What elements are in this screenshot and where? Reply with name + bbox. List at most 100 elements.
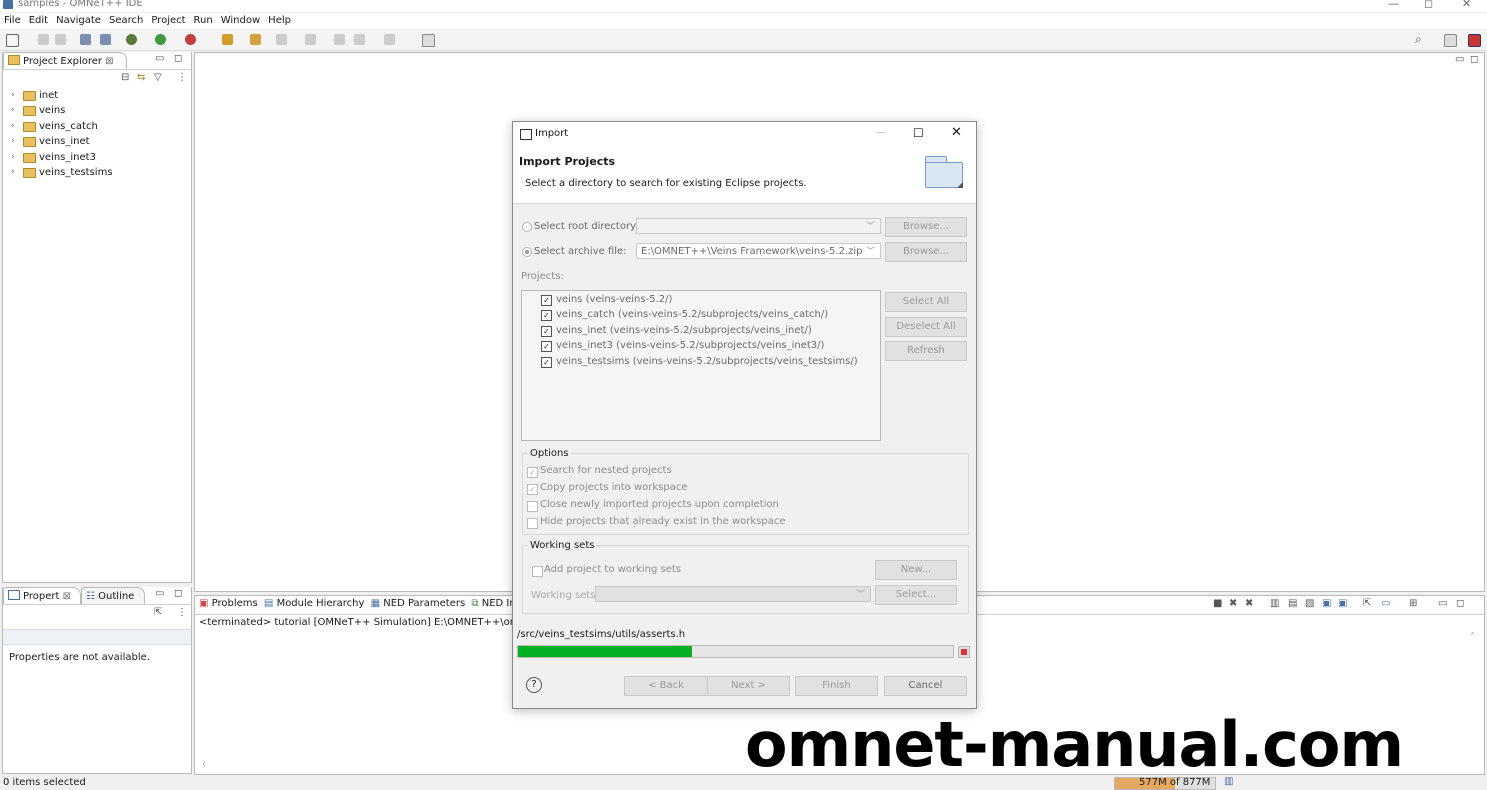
close-icon[interactable]: ✕ (951, 125, 962, 140)
minimize-icon[interactable]: — (1388, 0, 1399, 10)
root-directory-combo[interactable]: ﹀ (636, 218, 881, 234)
pin-console-icon[interactable]: ⇱ (1363, 598, 1371, 609)
word-wrap-icon[interactable]: ▧ (1305, 598, 1314, 609)
debug-icon[interactable] (126, 34, 137, 45)
view-menu-icon[interactable]: ⋮ (177, 72, 187, 83)
maximize-icon[interactable]: ◻ (174, 53, 182, 64)
minimize-icon[interactable]: ▭ (1438, 598, 1447, 609)
new-icon[interactable] (6, 34, 19, 47)
stop-button[interactable] (958, 646, 970, 658)
perspective-omnetpp-icon[interactable] (1468, 34, 1481, 47)
build-all-icon[interactable] (100, 34, 111, 45)
tree-item-inet[interactable]: › inet (3, 88, 191, 103)
menu-file[interactable]: File (0, 14, 25, 27)
forward-icon[interactable] (384, 34, 395, 45)
expand-icon[interactable]: › (11, 119, 15, 134)
archive-file-radio[interactable] (522, 247, 532, 257)
help-icon[interactable]: ? (526, 677, 542, 693)
menu-edit[interactable]: Edit (25, 14, 52, 27)
remove-all-icon[interactable]: ✖ (1245, 598, 1253, 609)
maximize-icon[interactable]: ◻ (1456, 598, 1464, 609)
open-console-icon[interactable]: ⊞ (1409, 598, 1417, 609)
tree-item-veins-inet[interactable]: › veins_inet (3, 134, 191, 149)
browse-root-button[interactable]: Browse... (885, 217, 967, 237)
tab-properties[interactable]: Propert ⊠ (3, 587, 81, 605)
menu-window[interactable]: Window (217, 14, 264, 27)
new-working-set-button[interactable]: New... (875, 560, 957, 580)
tree-item-veins-inet3[interactable]: › veins_inet3 (3, 150, 191, 165)
search-nested-checkbox[interactable]: ✓ (527, 467, 538, 478)
finish-button[interactable]: Finish (795, 676, 878, 696)
scroll-lock-icon[interactable]: ▤ (1288, 598, 1297, 609)
expand-icon[interactable]: › (11, 134, 15, 149)
refresh-button[interactable]: Refresh (885, 341, 967, 361)
tree-item-veins[interactable]: › veins (3, 103, 191, 118)
build-icon[interactable] (80, 34, 91, 45)
project-checkbox[interactable]: ✓ (541, 295, 552, 306)
tab-problems[interactable]: Problems (212, 598, 258, 609)
last-edit-icon[interactable] (334, 34, 345, 45)
select-working-set-button[interactable]: Select... (875, 585, 957, 605)
back-button[interactable]: < Back (624, 676, 708, 696)
project-checkbox[interactable]: ✓ (541, 341, 552, 352)
terminate-icon[interactable]: ■ (1213, 598, 1222, 609)
menu-project[interactable]: Project (147, 14, 189, 27)
expand-icon[interactable]: › (11, 103, 15, 118)
menu-run[interactable]: Run (190, 14, 217, 27)
maximize-icon[interactable]: ◻ (1470, 54, 1478, 65)
wizard-icon[interactable] (222, 34, 233, 45)
expand-icon[interactable]: › (11, 88, 15, 103)
tree-item-veins-catch[interactable]: › veins_catch (3, 119, 191, 134)
view-menu-icon[interactable]: ⋮ (177, 607, 187, 618)
select-all-button[interactable]: Select All (885, 292, 967, 312)
tree-item-veins-testsims[interactable]: › veins_testsims (3, 165, 191, 180)
scroll-up-icon[interactable]: ˄ (1470, 632, 1475, 643)
tab-outline[interactable]: ☷ Outline (81, 587, 145, 605)
next-annotation-icon[interactable] (276, 34, 287, 45)
minimize-icon[interactable]: ▭ (155, 588, 164, 599)
project-checkbox[interactable]: ✓ (541, 310, 552, 321)
next-button[interactable]: Next > (707, 676, 790, 696)
run-icon[interactable] (155, 34, 166, 45)
search-icon[interactable]: ⌕ (1415, 32, 1422, 47)
copy-projects-checkbox[interactable]: ✓ (527, 484, 538, 495)
browse-archive-button[interactable]: Browse... (885, 242, 967, 262)
working-sets-combo[interactable]: ﹀ (595, 586, 871, 602)
save-icon[interactable] (38, 34, 49, 45)
project-checkbox[interactable]: ✓ (541, 357, 552, 368)
tab-project-explorer[interactable]: Project Explorer ⊠ (3, 52, 127, 70)
deselect-all-button[interactable]: Deselect All (885, 317, 967, 337)
archive-file-combo[interactable]: E:\OMNET++\Veins Framework\veins-5.2.zip… (636, 243, 881, 259)
clear-console-icon[interactable]: ▥ (1270, 598, 1279, 609)
cancel-button[interactable]: Cancel (884, 676, 967, 696)
open-perspective-icon[interactable] (1444, 34, 1457, 47)
remove-launch-icon[interactable]: ✖ (1229, 598, 1237, 609)
prev-annotation-icon[interactable] (305, 34, 316, 45)
maximize-icon[interactable]: ◻ (174, 588, 182, 599)
show-on-stderr-icon[interactable]: ▣ (1338, 598, 1347, 609)
close-imported-checkbox[interactable] (527, 501, 538, 512)
collapse-all-icon[interactable]: ⊟ (121, 72, 129, 83)
tab-ned-parameters[interactable]: NED Parameters (383, 598, 465, 609)
project-checkbox[interactable]: ✓ (541, 326, 552, 337)
display-console-icon[interactable]: ▭ (1381, 598, 1390, 609)
filter-icon[interactable]: ▽ (154, 72, 162, 83)
show-on-stdout-icon[interactable]: ▣ (1322, 598, 1331, 609)
close-icon[interactable]: ⊠ (63, 591, 71, 602)
profile-icon[interactable] (185, 34, 196, 45)
maximize-icon[interactable]: ☐ (913, 126, 924, 140)
root-directory-radio[interactable] (522, 222, 532, 232)
link-editor-icon[interactable]: ⇆ (137, 72, 145, 83)
back-icon[interactable] (354, 34, 365, 45)
tab-module-hierarchy[interactable]: Module Hierarchy (277, 598, 365, 609)
maximize-icon[interactable]: ◻ (1424, 0, 1433, 10)
menu-help[interactable]: Help (264, 14, 295, 27)
menu-navigate[interactable]: Navigate (52, 14, 105, 27)
close-icon[interactable]: ⊠ (105, 56, 113, 67)
close-icon[interactable]: ✕ (1462, 0, 1471, 10)
save-all-icon[interactable] (55, 34, 66, 45)
minimize-icon[interactable]: ▭ (155, 53, 164, 64)
pin-editor-icon[interactable] (422, 34, 435, 47)
open-type-icon[interactable] (250, 34, 261, 45)
expand-icon[interactable]: › (11, 165, 15, 180)
